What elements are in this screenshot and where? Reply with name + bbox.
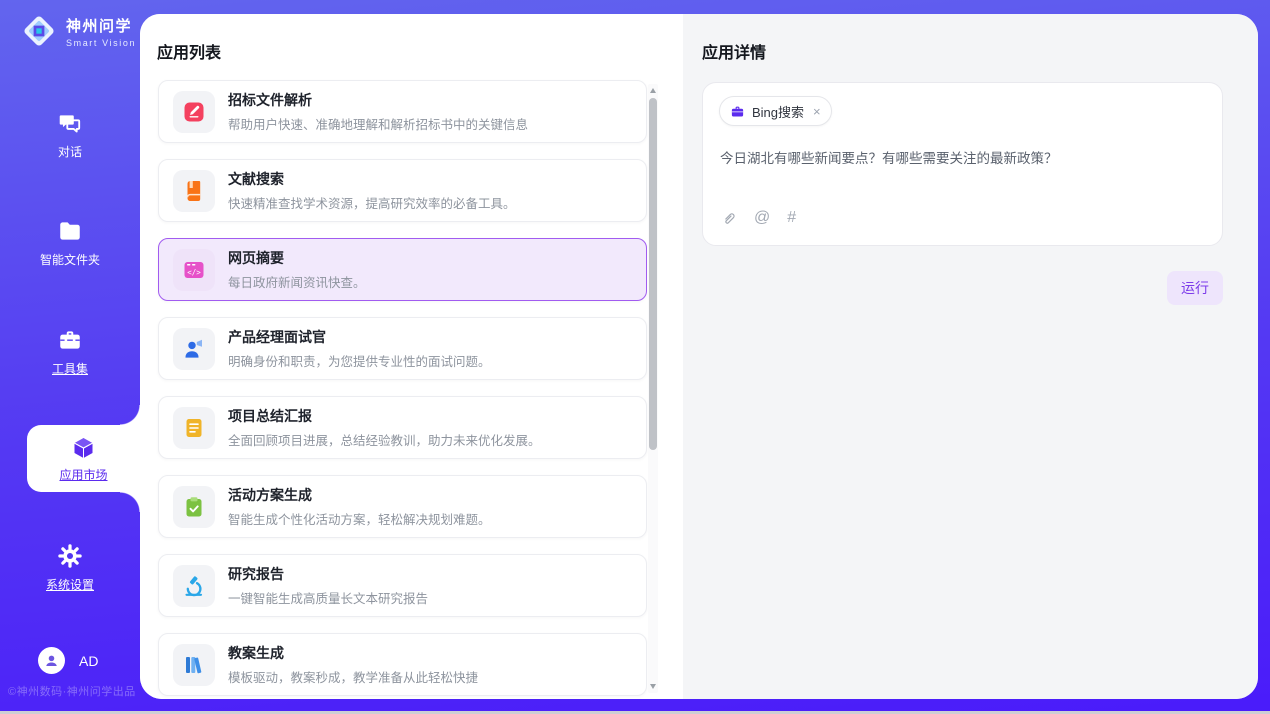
toolbox-icon bbox=[57, 327, 83, 353]
brand-subtitle: Smart Vision bbox=[66, 38, 136, 48]
note-icon bbox=[173, 407, 215, 449]
app-desc: 明确身份和职责，为您提供专业性的面试问题。 bbox=[228, 351, 491, 370]
hash-tag-icon[interactable]: # bbox=[787, 209, 796, 227]
input-toolbar: @ # bbox=[720, 209, 796, 227]
app-card[interactable]: 文献搜索 快速精准查找学术资源，提高研究效率的必备工具。 bbox=[158, 159, 647, 222]
microscope-icon bbox=[173, 565, 215, 607]
scroll-down-arrow-icon[interactable] bbox=[650, 684, 656, 689]
clipboard-icon bbox=[173, 486, 215, 528]
app-title: 产品经理面试官 bbox=[228, 327, 491, 347]
app-desc: 帮助用户快速、准确地理解和解析招标书中的关键信息 bbox=[228, 114, 528, 133]
avatar bbox=[38, 647, 65, 674]
scroll-up-arrow-icon[interactable] bbox=[650, 88, 656, 93]
app-card[interactable]: </> 网页摘要 每日政府新闻资讯快查。 bbox=[158, 238, 647, 301]
gem-logo-icon bbox=[20, 12, 58, 50]
sidebar-item-settings[interactable]: 系统设置 bbox=[0, 543, 140, 593]
copyright-text: ©神州数码·神州问学出品 bbox=[8, 683, 136, 699]
app-card[interactable]: 产品经理面试官 明确身份和职责，为您提供专业性的面试问题。 bbox=[158, 317, 647, 380]
app-list-title: 应用列表 bbox=[157, 39, 221, 63]
app-desc: 模板驱动，教案秒成，教学准备从此轻松快捷 bbox=[228, 667, 478, 686]
query-text[interactable]: 今日湖北有哪些新闻要点？有哪些需要关注的最新政策？ bbox=[720, 149, 1206, 169]
app-card[interactable]: 研究报告 一键智能生成高质量长文本研究报告 bbox=[158, 554, 647, 617]
cube-icon bbox=[70, 435, 97, 462]
prompt-input-card[interactable]: Bing搜索 × 今日湖北有哪些新闻要点？有哪些需要关注的最新政策？ @ # bbox=[702, 82, 1223, 246]
app-desc: 智能生成个性化活动方案，轻松解决规划难题。 bbox=[228, 509, 491, 528]
gear-icon bbox=[57, 543, 83, 569]
sidebar-item-label: 应用市场 bbox=[59, 466, 107, 483]
user-initials: AD bbox=[79, 653, 98, 669]
tool-chip-label: Bing搜索 bbox=[752, 102, 804, 121]
app-frame: 神州问学 Smart Vision 对话 智能文件夹 工具 bbox=[0, 0, 1270, 714]
app-title: 活动方案生成 bbox=[228, 485, 491, 505]
briefcase-icon bbox=[730, 104, 745, 119]
sidebar-item-label: 系统设置 bbox=[46, 576, 94, 593]
folder-icon bbox=[57, 218, 83, 244]
paperclip-icon[interactable] bbox=[720, 210, 737, 227]
brand-name: 神州问学 bbox=[66, 15, 136, 36]
app-title: 项目总结汇报 bbox=[228, 406, 541, 426]
app-card[interactable]: 教案生成 模板驱动，教案秒成，教学准备从此轻松快捷 bbox=[158, 633, 647, 696]
tool-chip-bing-search[interactable]: Bing搜索 × bbox=[719, 96, 832, 126]
chip-remove-icon[interactable]: × bbox=[813, 104, 821, 119]
web-code-icon: </> bbox=[173, 249, 215, 291]
app-title: 教案生成 bbox=[228, 643, 478, 663]
run-button[interactable]: 运行 bbox=[1167, 271, 1223, 305]
sidebar-item-chat[interactable]: 对话 bbox=[0, 110, 140, 160]
app-desc: 每日政府新闻资讯快查。 bbox=[228, 272, 366, 291]
chat-icon bbox=[57, 110, 83, 136]
at-mention-icon[interactable]: @ bbox=[754, 209, 770, 227]
sidebar-item-smart-folder[interactable]: 智能文件夹 bbox=[0, 218, 140, 268]
sidebar-item-app-market[interactable]: 应用市场 bbox=[27, 425, 140, 492]
app-title: 文献搜索 bbox=[228, 169, 516, 189]
bid-doc-icon bbox=[173, 91, 215, 133]
brand-logo: 神州问学 Smart Vision bbox=[20, 12, 136, 50]
app-detail-title: 应用详情 bbox=[702, 39, 766, 63]
app-title: 研究报告 bbox=[228, 564, 428, 584]
scrollbar-thumb[interactable] bbox=[649, 98, 657, 450]
list-scrollbar[interactable] bbox=[648, 84, 658, 693]
book-icon bbox=[173, 170, 215, 212]
interviewer-icon bbox=[173, 328, 215, 370]
sidebar-item-label: 对话 bbox=[58, 143, 82, 160]
user-account[interactable]: AD bbox=[38, 647, 98, 674]
app-title: 招标文件解析 bbox=[228, 90, 528, 110]
app-detail-panel: 应用详情 Bing搜索 × 今日湖北有哪些新闻要点？有哪些需要关注的最新政策？ bbox=[683, 14, 1258, 699]
app-card[interactable]: 项目总结汇报 全面回顾项目进展，总结经验教训，助力未来优化发展。 bbox=[158, 396, 647, 459]
sidebar: 神州问学 Smart Vision 对话 智能文件夹 工具 bbox=[0, 0, 140, 714]
books-icon bbox=[173, 644, 215, 686]
app-desc: 快速精准查找学术资源，提高研究效率的必备工具。 bbox=[228, 193, 516, 212]
svg-text:</>: </> bbox=[187, 268, 201, 277]
main-content: 应用列表 招标文件解析 帮助用户快速、准确地理解和解析招标书中的关键信息 文献搜… bbox=[140, 14, 1258, 699]
app-desc: 一键智能生成高质量长文本研究报告 bbox=[228, 588, 428, 607]
app-card[interactable]: 招标文件解析 帮助用户快速、准确地理解和解析招标书中的关键信息 bbox=[158, 80, 647, 143]
app-card-list: 招标文件解析 帮助用户快速、准确地理解和解析招标书中的关键信息 文献搜索 快速精… bbox=[158, 80, 647, 696]
sidebar-item-label: 智能文件夹 bbox=[40, 251, 100, 268]
app-list-panel: 应用列表 招标文件解析 帮助用户快速、准确地理解和解析招标书中的关键信息 文献搜… bbox=[140, 14, 683, 699]
sidebar-item-label: 工具集 bbox=[52, 360, 88, 377]
sidebar-item-toolset[interactable]: 工具集 bbox=[0, 327, 140, 377]
app-title: 网页摘要 bbox=[228, 248, 366, 268]
person-icon bbox=[43, 652, 60, 669]
app-card[interactable]: 活动方案生成 智能生成个性化活动方案，轻松解决规划难题。 bbox=[158, 475, 647, 538]
app-desc: 全面回顾项目进展，总结经验教训，助力未来优化发展。 bbox=[228, 430, 541, 449]
